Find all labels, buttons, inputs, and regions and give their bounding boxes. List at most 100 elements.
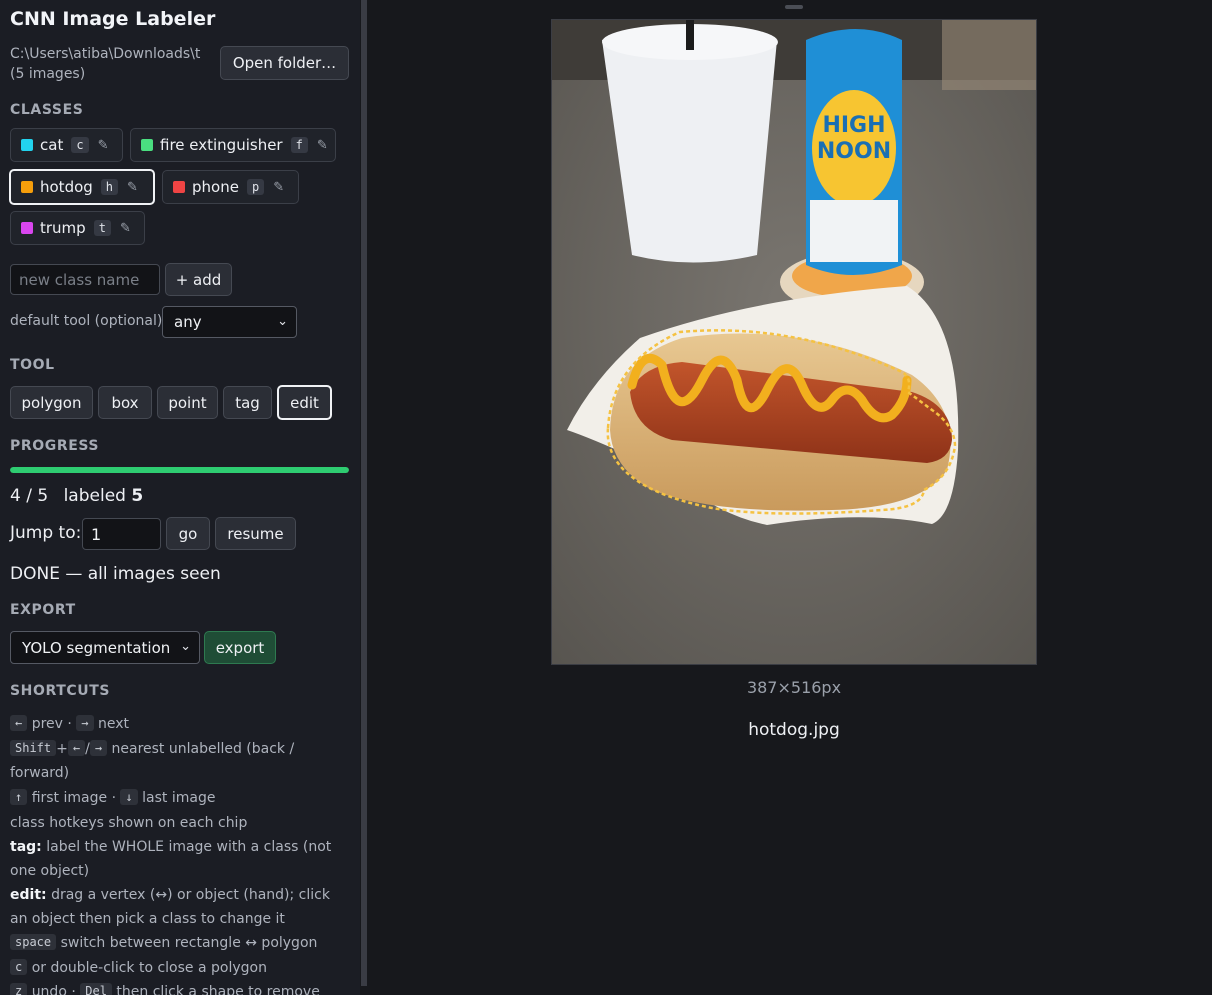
pencil-icon[interactable]: ✎ bbox=[273, 180, 284, 195]
class-hotkey: t bbox=[93, 220, 111, 236]
sidebar: CNN Image Labeler C:\Users\atiba\Downloa… bbox=[0, 0, 360, 995]
class-name: hotdog bbox=[40, 178, 93, 196]
tool-polygon-button[interactable]: polygon bbox=[10, 386, 93, 419]
shortcut-key-label: edit: bbox=[10, 887, 47, 903]
space-key: space bbox=[10, 934, 57, 950]
progress-bar-fill bbox=[10, 467, 349, 473]
class-color-swatch bbox=[173, 181, 185, 193]
tool-box-button[interactable]: box bbox=[98, 386, 152, 419]
shortcut-text: first image bbox=[31, 790, 108, 806]
shortcut-first-last: ↑ first image · ↓ last image bbox=[10, 786, 345, 810]
go-button[interactable]: go bbox=[166, 517, 210, 550]
export-button[interactable]: export bbox=[204, 631, 276, 664]
shortcut-tag: tag: label the WHOLE image with a class … bbox=[10, 835, 345, 883]
pencil-icon[interactable]: ✎ bbox=[127, 180, 138, 195]
shift-key: Shift bbox=[10, 740, 57, 756]
class-color-swatch bbox=[21, 139, 33, 151]
app-title: CNN Image Labeler bbox=[10, 8, 216, 30]
image-dimensions: 387×516px bbox=[746, 678, 842, 697]
shortcut-text: undo · bbox=[31, 984, 76, 995]
pencil-icon[interactable]: ✎ bbox=[317, 138, 328, 153]
class-chip-phone[interactable]: phone p ✎ bbox=[162, 170, 299, 204]
delete-key: Del bbox=[80, 983, 112, 995]
image-filename: hotdog.jpg bbox=[748, 720, 840, 740]
shortcut-close-polygon: c or double-click to close a polygon bbox=[10, 956, 345, 980]
pencil-icon[interactable]: ✎ bbox=[120, 221, 131, 236]
resume-button[interactable]: resume bbox=[215, 517, 296, 550]
class-hotkey: h bbox=[100, 179, 119, 195]
jump-label: Jump to: bbox=[10, 523, 82, 543]
shortcut-nearest: Shift + ← / → nearest unlabelled (back / for… bbox=[10, 737, 345, 785]
right-arrow-key: → bbox=[89, 740, 108, 756]
shortcut-text: drag a vertex (↔) or object (hand); clic… bbox=[10, 887, 330, 927]
class-hotkey: c bbox=[71, 137, 89, 153]
separator: · bbox=[111, 790, 117, 806]
class-chip-cat[interactable]: cat c ✎ bbox=[10, 128, 123, 162]
shortcut-text: next bbox=[97, 716, 129, 732]
default-tool-value: any bbox=[174, 313, 202, 331]
left-arrow-key: ← bbox=[67, 740, 86, 756]
shortcut-text: then click a shape to remove bbox=[116, 984, 320, 995]
class-hotkey: f bbox=[290, 137, 308, 153]
progress-position: 4 / 5 bbox=[10, 486, 49, 506]
default-tool-select[interactable]: any ⌄ bbox=[162, 306, 297, 338]
class-name: cat bbox=[40, 136, 64, 154]
left-arrow-key: ← bbox=[10, 715, 28, 731]
canvas-area: HIGH NOON 387×516px hotdog.jpg bbox=[367, 0, 1212, 995]
shortcut-chip-hotkeys: class hotkeys shown on each chip bbox=[10, 815, 248, 831]
can-label-text: NOON bbox=[817, 139, 891, 164]
shortcut-text: switch between rectangle ↔ polygon bbox=[60, 935, 318, 951]
class-chip-trump[interactable]: trump t ✎ bbox=[10, 211, 145, 245]
labeled-label: labeled bbox=[63, 486, 126, 506]
export-format-value: YOLO segmentation bbox=[22, 638, 171, 657]
class-color-swatch bbox=[141, 139, 153, 151]
chevron-down-icon: ⌄ bbox=[180, 639, 191, 654]
image-canvas[interactable]: HIGH NOON bbox=[551, 19, 1037, 665]
class-color-swatch bbox=[21, 222, 33, 234]
can-label-text: HIGH bbox=[822, 113, 885, 138]
shortcut-key-label: tag: bbox=[10, 839, 42, 855]
shortcut-text: label the WHOLE image with a class (not … bbox=[10, 839, 332, 879]
down-arrow-key: ↓ bbox=[120, 789, 138, 805]
class-name: phone bbox=[192, 178, 239, 196]
separator: · bbox=[67, 716, 72, 732]
open-folder-button[interactable]: Open folder… bbox=[220, 46, 349, 80]
separator: + bbox=[56, 741, 68, 757]
progress-heading: PROGRESS bbox=[10, 438, 100, 454]
progress-bar bbox=[10, 467, 349, 473]
jump-input[interactable] bbox=[82, 518, 161, 550]
shortcuts-heading: SHORTCUTS bbox=[10, 683, 111, 699]
class-hotkey: p bbox=[246, 179, 265, 195]
export-heading: EXPORT bbox=[10, 602, 76, 618]
right-arrow-key: → bbox=[76, 715, 94, 731]
shortcut-edit: edit: drag a vertex (↔) or object (hand)… bbox=[10, 883, 345, 931]
default-tool-label: default tool (optional): bbox=[10, 313, 168, 329]
hotdog-photo: HIGH NOON bbox=[552, 20, 1036, 664]
new-class-input[interactable] bbox=[10, 264, 160, 295]
labeled-count: 5 bbox=[131, 486, 144, 506]
shortcut-undo-delete: z undo · Del then click a shape to remov… bbox=[10, 980, 345, 995]
progress-text: 4 / 5 labeled 5 bbox=[10, 486, 143, 506]
class-chip-fire-extinguisher[interactable]: fire extinguisher f ✎ bbox=[130, 128, 336, 162]
class-color-swatch bbox=[21, 181, 33, 193]
up-arrow-key: ↑ bbox=[10, 789, 28, 805]
tool-edit-button[interactable]: edit bbox=[277, 385, 332, 420]
shortcut-space: space switch between rectangle ↔ polygon bbox=[10, 931, 345, 955]
drag-handle-icon[interactable] bbox=[785, 5, 803, 9]
export-format-select[interactable]: YOLO segmentation ⌄ bbox=[10, 631, 200, 664]
add-class-button[interactable]: + add bbox=[165, 263, 232, 296]
classes-heading: CLASSES bbox=[10, 102, 84, 118]
class-name: fire extinguisher bbox=[160, 136, 283, 154]
c-key: c bbox=[10, 959, 28, 975]
chevron-down-icon: ⌄ bbox=[277, 314, 288, 329]
class-name: trump bbox=[40, 219, 86, 237]
tool-heading: TOOL bbox=[10, 357, 55, 373]
tool-point-button[interactable]: point bbox=[157, 386, 218, 419]
pencil-icon[interactable]: ✎ bbox=[98, 138, 109, 153]
z-key: z bbox=[10, 983, 28, 995]
class-chip-hotdog[interactable]: hotdog h ✎ bbox=[9, 169, 155, 205]
shortcut-prev-next: ← prev · → next bbox=[10, 712, 345, 736]
shortcut-text: last image bbox=[142, 790, 216, 806]
tool-tag-button[interactable]: tag bbox=[223, 386, 272, 419]
shortcut-text: prev bbox=[31, 716, 63, 732]
